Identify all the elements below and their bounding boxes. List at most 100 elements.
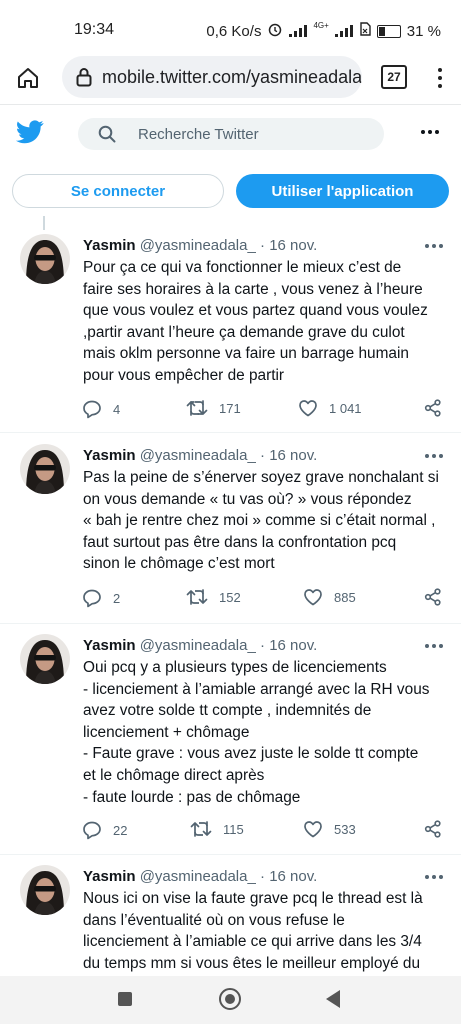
avatar[interactable] bbox=[20, 444, 70, 494]
search-box[interactable] bbox=[78, 118, 384, 150]
reply-button[interactable]: 22 bbox=[82, 820, 127, 840]
tweet-more-icon[interactable] bbox=[425, 244, 443, 248]
author-handle[interactable]: @yasmineadala_ bbox=[140, 637, 256, 654]
url-text: mobile.twitter.com/yasmineadala bbox=[102, 66, 362, 87]
battery-level: 31 % bbox=[406, 22, 441, 40]
more-options-icon[interactable] bbox=[421, 130, 439, 134]
home-nav-button[interactable] bbox=[219, 988, 241, 1010]
heart-icon bbox=[304, 821, 322, 838]
retweet-icon bbox=[190, 821, 212, 837]
author-name[interactable]: Yasmin bbox=[83, 237, 136, 254]
tab-count-button[interactable]: 27 bbox=[381, 65, 407, 89]
avatar[interactable] bbox=[20, 634, 70, 684]
tweet[interactable]: Yasmin @yasmineadala_ · 16 nov. Nous ici… bbox=[0, 865, 461, 976]
avatar[interactable] bbox=[20, 234, 70, 284]
tweet-actions: 22 115 533 bbox=[82, 820, 452, 842]
like-count: 533 bbox=[334, 821, 356, 837]
alarm-icon bbox=[267, 21, 283, 41]
tweet-text: Oui pcq y a plusieurs types de licenciem… bbox=[83, 659, 430, 806]
like-button[interactable]: 885 bbox=[303, 588, 356, 606]
reply-count: 2 bbox=[113, 590, 121, 606]
tweet-divider bbox=[0, 432, 461, 433]
author-handle[interactable]: @yasmineadala_ bbox=[140, 237, 256, 254]
tweet-text: Pour ça ce qui va fonctionner le mieux c… bbox=[83, 259, 428, 384]
share-icon bbox=[424, 399, 441, 417]
author-name[interactable]: Yasmin bbox=[83, 447, 136, 464]
status-indicators: 0,6 Ko/s 4G+ 31 % bbox=[206, 21, 441, 41]
avatar[interactable] bbox=[20, 865, 70, 915]
retweet-icon bbox=[186, 589, 208, 605]
header-divider bbox=[0, 104, 461, 105]
tweet-more-icon[interactable] bbox=[425, 644, 443, 648]
signal-icon bbox=[289, 25, 308, 37]
like-count: 885 bbox=[334, 589, 356, 605]
author-name[interactable]: Yasmin bbox=[83, 868, 136, 885]
tweet-divider bbox=[0, 623, 461, 624]
signal-icon-2 bbox=[334, 25, 353, 37]
tweet-date[interactable]: 16 nov. bbox=[269, 447, 317, 464]
share-icon bbox=[424, 820, 441, 838]
share-button[interactable] bbox=[424, 820, 442, 838]
author-handle[interactable]: @yasmineadala_ bbox=[140, 868, 256, 885]
status-bar: 19:34 0,6 Ko/s 4G+ 31 % bbox=[0, 0, 461, 56]
author-name[interactable]: Yasmin bbox=[83, 637, 136, 654]
home-button[interactable] bbox=[12, 62, 44, 94]
reply-icon bbox=[83, 400, 101, 419]
system-navigation-bar bbox=[0, 976, 461, 1024]
author-handle[interactable]: @yasmineadala_ bbox=[140, 447, 256, 464]
tweet-actions: 2 152 885 bbox=[82, 588, 452, 610]
search-icon bbox=[98, 125, 116, 143]
browser-menu-button[interactable] bbox=[432, 62, 448, 94]
thread-connector bbox=[43, 216, 45, 230]
battery-icon bbox=[376, 24, 401, 38]
tweet-header: Yasmin @yasmineadala_ · 16 nov. bbox=[83, 868, 318, 885]
reply-button[interactable]: 2 bbox=[82, 588, 120, 608]
login-button[interactable]: Se connecter bbox=[12, 174, 224, 208]
retweet-button[interactable]: 115 bbox=[190, 820, 244, 838]
like-button[interactable]: 1 041 bbox=[298, 399, 362, 417]
retweet-count: 115 bbox=[223, 821, 244, 837]
tweet-header: Yasmin @yasmineadala_ · 16 nov. bbox=[83, 637, 318, 654]
retweet-count: 171 bbox=[219, 400, 241, 416]
tweet-text: Pas la peine de s’énerver soyez grave no… bbox=[83, 469, 439, 573]
back-button[interactable] bbox=[326, 990, 340, 1008]
tweet-text: Nous ici on vise la faute grave pcq le t… bbox=[83, 890, 423, 972]
like-button[interactable]: 533 bbox=[303, 820, 356, 838]
twitter-bird-icon[interactable] bbox=[15, 120, 44, 149]
share-button[interactable] bbox=[424, 588, 442, 606]
reply-button[interactable]: 4 bbox=[82, 399, 120, 419]
share-icon bbox=[424, 588, 441, 606]
tweet-header: Yasmin @yasmineadala_ · 16 nov. bbox=[83, 447, 318, 464]
heart-icon bbox=[299, 400, 317, 417]
browser-toolbar: mobile.twitter.com/yasmineadala 27 bbox=[0, 56, 461, 102]
tweet-more-icon[interactable] bbox=[425, 875, 443, 879]
tweet-more-icon[interactable] bbox=[425, 454, 443, 458]
network-speed: 0,6 Ko/s bbox=[206, 22, 262, 40]
retweet-button[interactable]: 152 bbox=[186, 588, 241, 606]
heart-icon bbox=[304, 589, 322, 606]
tweet-divider bbox=[0, 854, 461, 855]
tweet-header: Yasmin @yasmineadala_ · 16 nov. bbox=[83, 237, 318, 254]
address-bar[interactable]: mobile.twitter.com/yasmineadala bbox=[62, 56, 362, 98]
sim-icon bbox=[359, 22, 371, 40]
tweet-date[interactable]: 16 nov. bbox=[269, 237, 317, 254]
tweet-date[interactable]: 16 nov. bbox=[269, 868, 317, 885]
network-type: 4G+ bbox=[313, 21, 329, 30]
reply-count: 22 bbox=[113, 822, 128, 838]
reply-count: 4 bbox=[113, 401, 121, 417]
status-time: 19:34 bbox=[74, 21, 115, 38]
lock-icon bbox=[76, 68, 92, 87]
search-input[interactable] bbox=[136, 124, 360, 144]
tweet-date[interactable]: 16 nov. bbox=[269, 637, 317, 654]
like-count: 1 041 bbox=[329, 400, 362, 416]
twitter-header bbox=[0, 108, 461, 158]
recent-apps-button[interactable] bbox=[118, 992, 132, 1006]
tweet-actions: 4 171 1 041 bbox=[82, 399, 452, 421]
retweet-count: 152 bbox=[219, 589, 241, 605]
share-button[interactable] bbox=[424, 399, 442, 417]
retweet-button[interactable]: 171 bbox=[186, 399, 241, 417]
use-app-button[interactable]: Utiliser l'application bbox=[236, 174, 449, 208]
reply-icon bbox=[83, 821, 101, 840]
retweet-icon bbox=[186, 400, 208, 416]
home-icon bbox=[18, 68, 38, 88]
